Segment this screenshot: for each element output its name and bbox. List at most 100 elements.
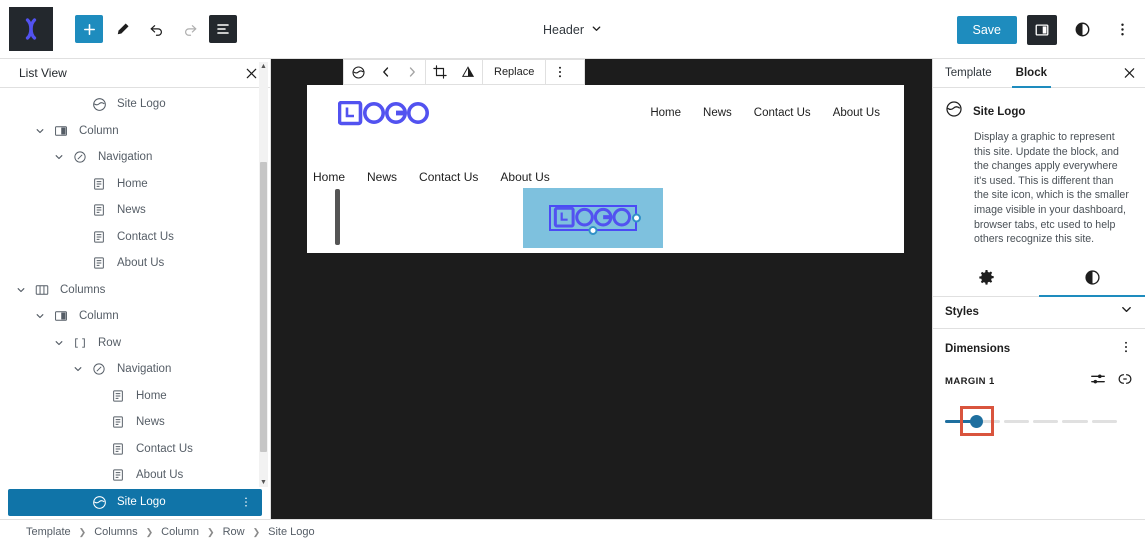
primary-nav-link[interactable]: Contact Us: [754, 107, 811, 119]
list-view-button[interactable]: [209, 15, 237, 43]
settings-sidebar-toggle-button[interactable]: [1027, 14, 1057, 45]
list-view-item-options-icon[interactable]: [240, 496, 252, 508]
sidebar-tabs[interactable]: Template Block: [933, 59, 1145, 88]
vertical-ellipsis-icon[interactable]: [546, 60, 574, 84]
breadcrumb-item[interactable]: Site Logo: [268, 526, 314, 538]
close-icon[interactable]: [245, 67, 258, 80]
selected-site-logo-block[interactable]: [523, 188, 663, 248]
primary-navigation[interactable]: Home News Contact Us About Us: [650, 107, 880, 119]
save-button[interactable]: Save: [956, 15, 1017, 44]
close-icon[interactable]: [1123, 67, 1136, 80]
replace-button[interactable]: Replace: [483, 60, 545, 84]
list-view-item[interactable]: Navigation: [0, 356, 270, 383]
slider-segment[interactable]: [1003, 419, 1029, 423]
list-view-item[interactable]: News: [0, 409, 270, 436]
list-view-item[interactable]: Column: [0, 303, 270, 330]
list-view-item[interactable]: Column: [0, 118, 270, 145]
secondary-nav-link[interactable]: Contact Us: [419, 170, 478, 184]
chevron-down-icon[interactable]: [48, 152, 70, 162]
slider-segment[interactable]: [1062, 419, 1088, 423]
document-title-label: Header: [543, 22, 584, 37]
sidebar-tab-block[interactable]: Block: [1004, 59, 1059, 88]
secondary-nav-link[interactable]: News: [367, 170, 397, 184]
list-view-item[interactable]: About Us: [0, 250, 270, 277]
block-info-card: Site Logo Display a graphic to represent…: [933, 88, 1145, 257]
list-view-item[interactable]: News: [0, 197, 270, 224]
list-view-item[interactable]: Home: [0, 383, 270, 410]
list-view-scrollbar[interactable]: ▲ ▼: [259, 62, 268, 487]
wordpress-x-logo-icon[interactable]: [9, 7, 53, 51]
list-view-item[interactable]: Navigation: [0, 144, 270, 171]
list-view-item-label: Column: [79, 124, 119, 137]
list-view-item[interactable]: Contact Us: [0, 224, 270, 251]
chevron-down-icon[interactable]: [29, 311, 51, 321]
site-logo-selection-box[interactable]: [549, 205, 641, 235]
list-view-item[interactable]: Columns: [0, 277, 270, 304]
more-options-button[interactable]: [1107, 15, 1137, 45]
list-view-item[interactable]: Site Logo: [0, 91, 270, 118]
tab-styles[interactable]: [1039, 259, 1145, 297]
secondary-nav-link[interactable]: About Us: [500, 170, 549, 184]
edit-tool-button[interactable]: [107, 14, 137, 44]
block-appender-left-handle[interactable]: [335, 189, 340, 245]
sidebar-tab-template[interactable]: Template: [933, 59, 1004, 87]
styles-panel-header[interactable]: Styles: [933, 297, 1145, 329]
chevron-down-icon[interactable]: [10, 285, 32, 295]
list-view-item[interactable]: Contact Us: [0, 436, 270, 463]
link-sides-icon[interactable]: [1117, 371, 1133, 392]
chevron-right-icon[interactable]: [399, 60, 425, 84]
list-view-panel: List View Site Logo Column Navigation Home N…: [0, 59, 271, 519]
chevron-down-icon[interactable]: [1120, 303, 1133, 321]
redo-button[interactable]: [175, 14, 205, 44]
crop-icon[interactable]: [426, 60, 454, 84]
breadcrumb[interactable]: Template ❯ Columns ❯ Column ❯ Row ❯ Site Logo: [0, 519, 1145, 544]
sidebar-subtabs[interactable]: [933, 259, 1145, 297]
primary-nav-link[interactable]: Home: [650, 107, 681, 119]
list-view-item-selected[interactable]: Site Logo: [8, 488, 262, 516]
primary-nav-link[interactable]: About Us: [833, 107, 880, 119]
template-preview[interactable]: Replace Home News Contact Us About Us Ho…: [307, 59, 942, 253]
scroll-up-arrow-icon[interactable]: ▲: [259, 62, 268, 71]
page-icon: [108, 442, 128, 456]
site-logo-wordmark[interactable]: [337, 100, 430, 132]
resize-handle-right[interactable]: [632, 213, 641, 223]
chevron-left-icon[interactable]: [373, 60, 399, 84]
list-view-item[interactable]: Row: [0, 330, 270, 357]
document-title-dropdown[interactable]: Header: [543, 23, 602, 37]
dimensions-title: Dimensions: [945, 343, 1011, 356]
sides-settings-icon[interactable]: [1090, 371, 1106, 392]
list-view-item-label: Home: [117, 177, 148, 190]
breadcrumb-item[interactable]: Columns: [94, 526, 137, 538]
vertical-ellipsis-icon[interactable]: [1119, 340, 1133, 359]
breadcrumb-item[interactable]: Column: [161, 526, 199, 538]
list-view-item[interactable]: Home: [0, 171, 270, 198]
chevron-down-icon[interactable]: [48, 338, 70, 348]
breadcrumb-separator-icon: ❯: [252, 526, 261, 537]
chevron-down-icon[interactable]: [29, 126, 51, 136]
scrollbar-thumb[interactable]: [260, 162, 267, 452]
scroll-down-arrow-icon[interactable]: ▼: [259, 478, 268, 487]
resize-handle-bottom[interactable]: [588, 226, 598, 235]
list-view-item[interactable]: About Us: [0, 462, 270, 489]
editor-top-bar: Header Save: [0, 0, 1145, 59]
secondary-navigation[interactable]: Home News Contact Us About Us: [313, 170, 550, 184]
chevron-down-icon[interactable]: [67, 364, 89, 374]
margin-slider[interactable]: [945, 405, 1133, 436]
block-toolbar: Replace: [343, 59, 585, 85]
duotone-triangle-icon[interactable]: [454, 60, 482, 84]
editor-canvas[interactable]: Replace Home News Contact Us About Us Ho…: [271, 59, 942, 519]
slider-segment[interactable]: [1032, 419, 1059, 423]
breadcrumb-item[interactable]: Template: [26, 526, 71, 538]
site-logo-icon[interactable]: [344, 60, 373, 84]
secondary-nav-link[interactable]: Home: [313, 170, 345, 184]
undo-button[interactable]: [141, 14, 171, 44]
primary-nav-link[interactable]: News: [703, 107, 732, 119]
slider-segment[interactable]: [1091, 419, 1117, 423]
styles-contrast-button[interactable]: [1067, 15, 1097, 45]
tab-settings[interactable]: [933, 259, 1039, 296]
add-block-button[interactable]: [75, 15, 103, 43]
block-title: Site Logo: [973, 105, 1026, 118]
navigation-icon: [70, 150, 90, 164]
breadcrumb-item[interactable]: Row: [223, 526, 245, 538]
list-view-tree[interactable]: Site Logo Column Navigation Home News Contact…: [0, 88, 270, 519]
